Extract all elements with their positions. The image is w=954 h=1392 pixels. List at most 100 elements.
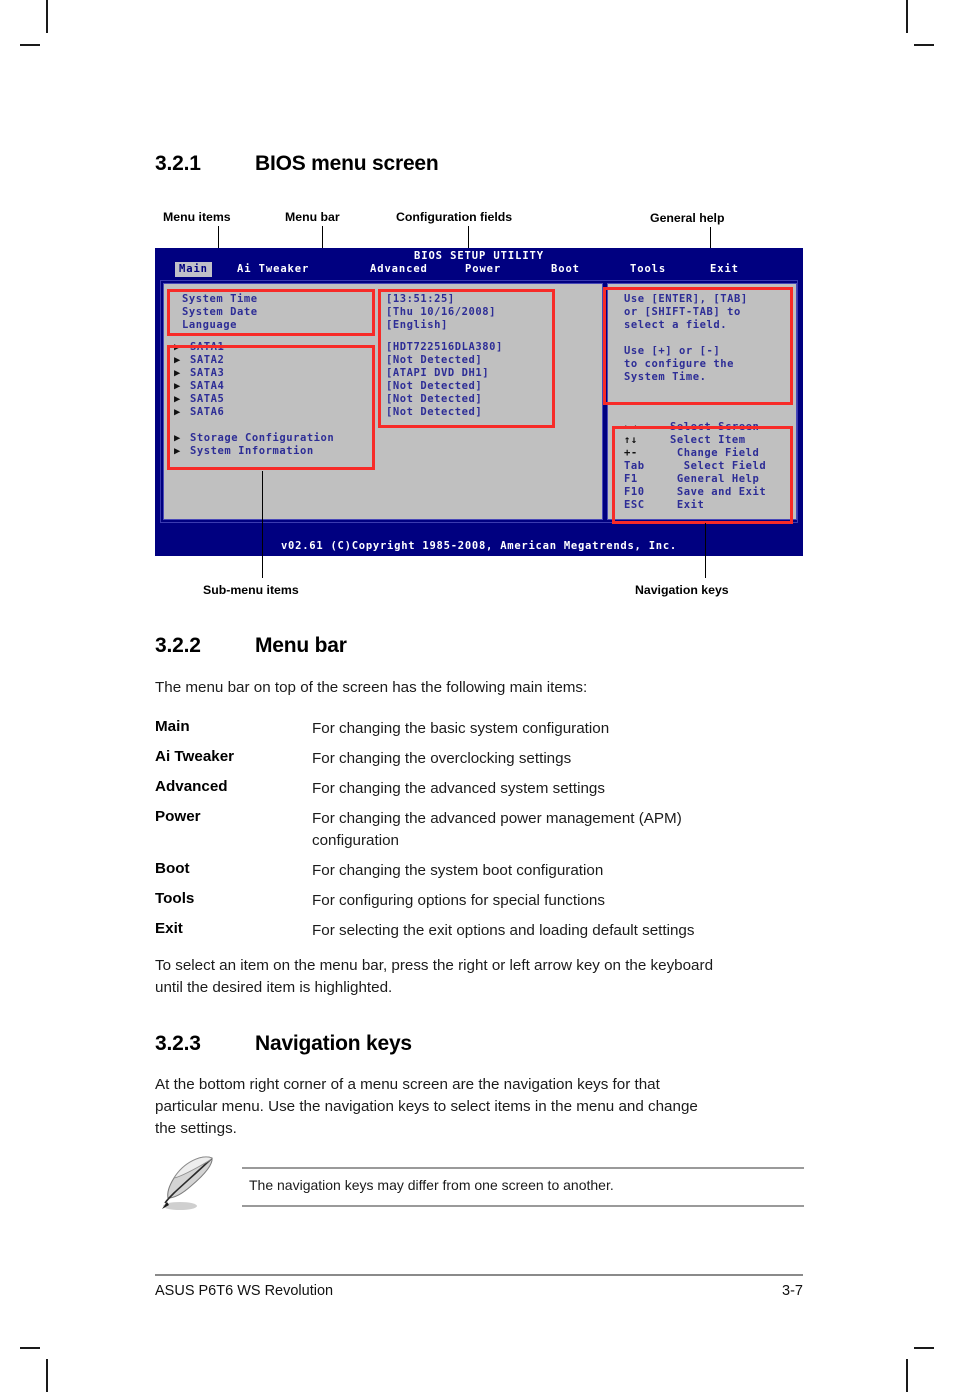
heading-3-2-3-number: 3.2.3 [155,1032,201,1055]
bios-submenu-system-information[interactable]: System Information [190,445,314,458]
definition-tools: For configuring options for special func… [312,892,605,909]
bios-config-sata6[interactable]: [Not Detected] [386,406,482,419]
bios-config-sata4[interactable]: [Not Detected] [386,380,482,393]
bios-config-sata5[interactable]: [Not Detected] [386,393,482,406]
heading-3-2-1: 3.2.1 BIOS menu screen [155,152,439,176]
nav-action-general-help: General Help [670,473,760,485]
definition-power-continued: configuration [312,832,399,849]
bios-submenu-sata3[interactable]: SATA3 [190,367,224,380]
bios-config-sata1[interactable]: [HDT722516DLA380] [386,341,503,354]
bios-help-line-6: to configure the [624,358,734,370]
navigation-keys-body-line-1: At the bottom right corner of a menu scr… [155,1076,660,1093]
term-main: Main [155,718,190,735]
bios-tab-power[interactable]: Power [465,262,501,277]
triangle-icon-sata3: ▶ [174,367,181,379]
callout-menu-items: Menu items [163,210,231,224]
bios-help-line-2: or [SHIFT-TAB] to [624,306,741,318]
key-tab: Tab [624,460,645,472]
definition-exit: For selecting the exit options and loadi… [312,922,695,939]
key-f10: F10 [624,486,645,498]
triangle-icon-sata2: ▶ [174,354,181,366]
definition-ai-tweaker: For changing the overclocking settings [312,750,572,767]
quill-pen-icon [158,1152,220,1219]
heading-3-2-2-title: Menu bar [255,634,347,657]
triangle-icon-sata5: ▶ [174,393,181,405]
bios-body-frame: System Time System Date Language ▶ SATA1… [160,280,798,523]
term-power: Power [155,808,201,825]
bios-tab-tools[interactable]: Tools [630,262,666,277]
triangle-icon-sata6: ▶ [174,406,181,418]
note-rule-bottom [242,1205,804,1207]
menu-bar-outro-line-1: To select an item on the menu bar, press… [155,957,714,974]
bios-help-line-1: Use [ENTER], [TAB] [624,293,748,305]
bios-submenu-storage-configuration[interactable]: Storage Configuration [190,432,334,445]
heading-3-2-3-title: Navigation keys [255,1032,412,1055]
menu-bar-intro: The menu bar on top of the screen has th… [155,679,588,696]
definition-power: For changing the advanced power manageme… [312,810,682,827]
callout-configuration-fields: Configuration fields [396,210,513,224]
triangle-icon-storage-configuration: ▶ [174,432,181,444]
bios-help-line-7: System Time. [624,371,707,383]
footer-product-name: ASUS P6T6 WS Revolution [155,1283,334,1299]
term-exit: Exit [155,920,183,937]
triangle-icon-system-information: ▶ [174,445,181,457]
nav-action-change-field: Change Field [670,447,760,459]
heading-3-2-1-number: 3.2.1 [155,152,201,175]
navigation-keys-body-line-2: particular menu. Use the navigation keys… [155,1098,698,1115]
nav-action-select-field: Select Field [670,460,767,472]
nav-action-select-screen: Select Screen [670,421,760,433]
bios-config-language[interactable]: [English] [386,319,448,332]
page-body: 3.2.1 BIOS menu screen Menu items Menu ba… [0,0,954,1392]
bios-submenu-sata1[interactable]: SATA1 [190,341,224,354]
heading-3-2-1-title: BIOS menu screen [255,152,439,175]
bios-submenu-sata4[interactable]: SATA4 [190,380,224,393]
bios-config-sata2[interactable]: [Not Detected] [386,354,482,367]
bios-submenu-sata6[interactable]: SATA6 [190,406,224,419]
bios-config-sata3[interactable]: [ATAPI DVD DH1] [386,367,489,380]
bios-config-system-time[interactable]: [13:51:25] [386,293,455,306]
bios-submenu-sata2[interactable]: SATA2 [190,354,224,367]
plus-minus-icon: +- [624,447,638,459]
bios-menu-bar: Main Ai Tweaker Advanced Power Boot Tool… [155,262,803,278]
menu-bar-outro-line-2: until the desired item is highlighted. [155,979,393,996]
navigation-keys-body-line-3: the settings. [155,1120,237,1137]
triangle-icon-sata1: ▶ [174,341,181,353]
bios-setup-screen: BIOS SETUP UTILITY Main Ai Tweaker Advan… [155,248,803,556]
bios-menu-item-language[interactable]: Language [182,319,237,332]
callout-menu-bar: Menu bar [285,210,340,224]
note-text: The navigation keys may differ from one … [249,1177,614,1193]
leader-sub-menu-items [262,471,263,578]
bios-tab-boot[interactable]: Boot [551,262,580,277]
callout-navigation-keys: Navigation keys [635,583,729,597]
bios-menu-item-system-date[interactable]: System Date [182,306,258,319]
bios-tab-ai-tweaker[interactable]: Ai Tweaker [237,262,309,277]
term-tools: Tools [155,890,195,907]
arrow-up-down-icon: ↑↓ [624,434,638,446]
bios-config-system-date[interactable]: [Thu 10/16/2008] [386,306,496,319]
bios-menu-item-system-time[interactable]: System Time [182,293,258,306]
definition-main: For changing the basic system configurat… [312,720,610,737]
bios-right-pane: Use [ENTER], [TAB] or [SHIFT-TAB] to sel… [607,283,797,520]
bios-tab-exit[interactable]: Exit [710,262,739,277]
callout-general-help: General help [650,211,725,225]
term-boot: Boot [155,860,190,877]
triangle-icon-sata4: ▶ [174,380,181,392]
leader-navigation-keys [705,523,706,578]
definition-advanced: For changing the advanced system setting… [312,780,605,797]
term-ai-tweaker: Ai Tweaker [155,748,235,765]
nav-action-save-and-exit: Save and Exit [670,486,767,498]
bios-left-pane: System Time System Date Language ▶ SATA1… [163,283,603,520]
term-advanced: Advanced [155,778,228,795]
bios-tab-advanced[interactable]: Advanced [370,262,428,277]
heading-3-2-2-number: 3.2.2 [155,634,201,657]
bios-tab-main[interactable]: Main [175,262,212,277]
footer-page-number: 3-7 [782,1283,803,1299]
key-esc: ESC [624,499,645,511]
nav-action-select-item: Select Item [670,434,746,446]
arrow-left-right-icon: ←→ [624,421,638,433]
bios-title: BIOS SETUP UTILITY [414,250,544,262]
heading-3-2-2: 3.2.2 Menu bar [155,634,347,658]
bios-submenu-sata5[interactable]: SATA5 [190,393,224,406]
nav-action-exit: Exit [670,499,705,511]
heading-3-2-3: 3.2.3 Navigation keys [155,1032,412,1056]
